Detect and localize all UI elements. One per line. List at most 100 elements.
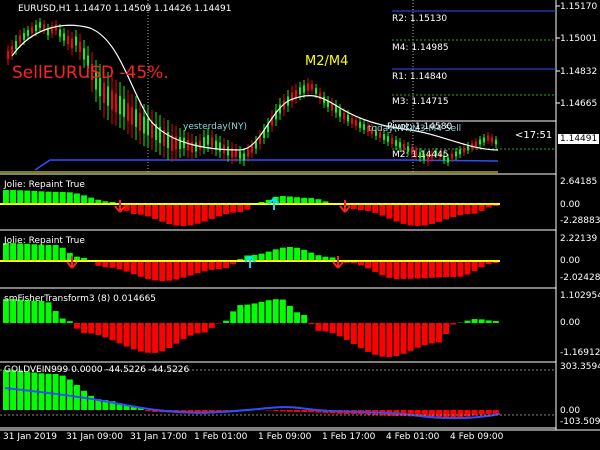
fisher-bar (258, 301, 265, 323)
candle-body (103, 83, 105, 103)
fisher-bar (414, 323, 421, 348)
candle-body (347, 114, 349, 122)
jolie1-bar (414, 204, 421, 226)
candle-body (307, 83, 309, 91)
jolie1-bar (216, 204, 222, 217)
candle-body (331, 103, 333, 111)
jolie2-bar (471, 261, 478, 271)
price-axis-label: 1.14832 (560, 67, 598, 77)
jolie2-bar (52, 245, 59, 261)
level-r1: R1: 1.14840 (392, 72, 448, 82)
jolie2-bar (166, 261, 173, 281)
jolie2-bar (187, 261, 194, 276)
candle-body (343, 112, 345, 120)
candle-body (391, 138, 393, 144)
level-m3: M3: 1.14715 (392, 97, 449, 107)
level-m2: M2: 1.14445 (392, 150, 449, 160)
jolie1-bar (471, 204, 478, 214)
fisher-bar (74, 323, 80, 329)
indicator-axis-label: 303.3594 (560, 362, 600, 372)
fisher-bar (287, 305, 293, 323)
jolie2-bar (145, 261, 151, 279)
candle-body (71, 38, 73, 49)
jolie1-bar (180, 204, 187, 226)
goldvein-bar (301, 410, 308, 413)
fisher-bar (173, 323, 180, 344)
jolie2-bar (450, 261, 457, 278)
fisher-bar (421, 323, 428, 346)
jolie1-bar (393, 204, 400, 222)
candle-body (355, 120, 357, 126)
level-pivot: Pivot: 1.14580 (387, 122, 453, 132)
jolie2-bar (379, 261, 386, 276)
jolie2-bar (386, 261, 393, 278)
jolie2-bar (265, 251, 272, 261)
candle-body (243, 153, 245, 161)
indicator-axis-label: -103.5097 (560, 417, 600, 427)
candle-body (179, 137, 181, 149)
jolie2-bar (279, 247, 286, 261)
fisher-bar (152, 323, 158, 353)
fisher-bar (358, 323, 364, 349)
indicator-axis-label: 0.00 (560, 318, 581, 328)
jolie1-bar (407, 204, 414, 226)
fisher-bar (116, 323, 123, 344)
jolie1-bar (400, 204, 407, 224)
fisher-bar (343, 323, 350, 340)
fisher-bar (145, 323, 151, 353)
jolie1-bar (294, 197, 300, 204)
fisher-bar (400, 323, 407, 354)
fisher-bar (123, 323, 130, 347)
fisher-bar (294, 312, 300, 323)
fisher-bar (471, 319, 478, 323)
candle-body (43, 24, 45, 30)
fisher-bar (251, 303, 258, 323)
fisher-bar (279, 299, 286, 323)
candle-body (383, 134, 385, 140)
jolie1-bar (237, 204, 244, 213)
fisher-bar (59, 318, 66, 323)
candle-body (151, 122, 153, 138)
fisher-bar (429, 323, 435, 344)
level-r2: R2: 1.15130 (392, 14, 448, 24)
candle-body (479, 139, 481, 145)
candle-body (303, 85, 305, 93)
fisher-bar (372, 323, 379, 355)
goldvein-bar (52, 374, 59, 410)
candle-body (207, 135, 209, 145)
fisher-bar (159, 323, 166, 352)
jolie2-bar (429, 261, 435, 278)
jolie1-bar (81, 195, 87, 204)
candle-body (27, 30, 29, 36)
jolie1-bar (152, 204, 158, 219)
candle-body (351, 118, 353, 124)
candle-body (107, 86, 109, 106)
candle-body (79, 41, 81, 53)
jolie2-bar (421, 261, 428, 279)
fisher-bar (365, 323, 371, 352)
candle-body (127, 103, 129, 121)
candle-body (455, 151, 457, 157)
candle-body (311, 84, 313, 90)
jolie2-bar (173, 261, 180, 280)
jolie1-bar (38, 191, 45, 204)
goldvein-bar (464, 410, 471, 417)
candle-body (251, 145, 253, 153)
jolie2-bar (31, 244, 38, 261)
fisher-bar (230, 311, 237, 323)
indicator-axis-label: -2.28883 (560, 216, 600, 226)
jolie2-bar (365, 261, 371, 269)
goldvein-bar (485, 410, 492, 415)
price-axis-label: 1.14665 (560, 99, 598, 109)
candle-body (115, 93, 117, 113)
candle-body (39, 22, 41, 28)
candle-body (211, 137, 213, 147)
candle-body (495, 139, 497, 145)
candle-body (339, 109, 341, 117)
goldvein-bar (279, 410, 286, 412)
jolie1-bar (429, 204, 435, 224)
time-axis-label: 31 Jan 2019 (3, 432, 57, 442)
fisher-bar (102, 323, 109, 338)
jolie2-bar (109, 261, 116, 268)
candle-body (83, 48, 85, 60)
